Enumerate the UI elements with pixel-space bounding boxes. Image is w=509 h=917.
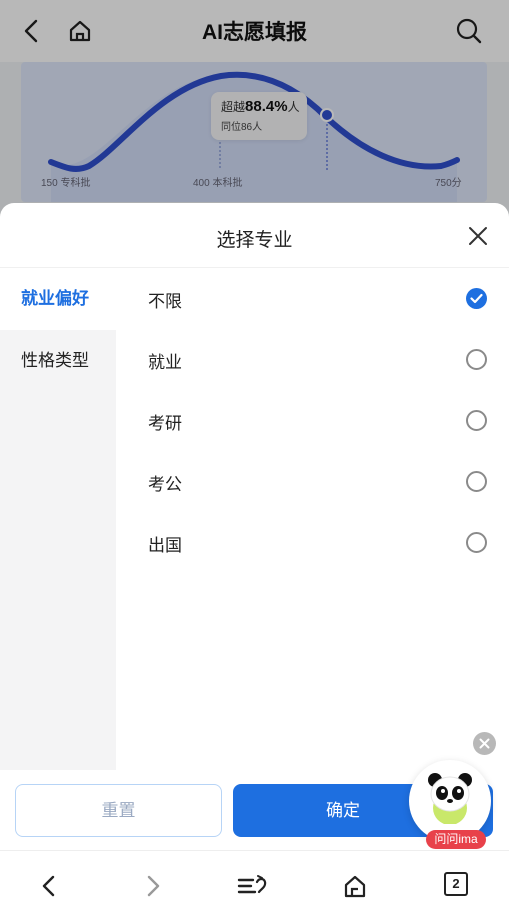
option-label: 就业	[148, 353, 182, 372]
radio-unchecked-icon[interactable]	[466, 532, 487, 553]
radio-unchecked-icon[interactable]	[466, 410, 487, 431]
panda-icon	[428, 773, 472, 824]
nav-item-personality-type[interactable]: 性格类型	[0, 330, 116, 392]
close-icon[interactable]	[473, 732, 496, 755]
tab-count-button[interactable]: 2	[444, 872, 468, 896]
option-label: 出国	[148, 536, 182, 555]
menu-icon[interactable]	[237, 873, 267, 899]
reset-button[interactable]: 重置	[15, 784, 222, 837]
radio-unchecked-icon[interactable]	[466, 471, 487, 492]
option-label: 不限	[148, 292, 182, 311]
browser-back-icon[interactable]	[36, 873, 62, 899]
radio-unchecked-icon[interactable]	[466, 349, 487, 370]
option-item[interactable]: 不限	[116, 268, 509, 329]
major-select-sheet: 选择专业 就业偏好 性格类型 不限 就业 考研 考公 出国 重置 确定	[0, 203, 509, 850]
sheet-header: 选择专业	[0, 203, 509, 268]
option-item[interactable]: 出国	[116, 512, 509, 573]
option-label: 考公	[148, 475, 182, 494]
option-item[interactable]: 就业	[116, 329, 509, 390]
radio-checked-icon[interactable]	[466, 288, 487, 309]
option-item[interactable]: 考研	[116, 390, 509, 451]
nav-item-employment-preference[interactable]: 就业偏好	[0, 268, 116, 330]
option-list: 不限 就业 考研 考公 出国	[116, 268, 509, 770]
option-label: 考研	[148, 414, 182, 433]
browser-toolbar	[0, 850, 509, 917]
category-nav: 就业偏好 性格类型	[0, 268, 116, 770]
sheet-title: 选择专业	[216, 230, 293, 251]
browser-forward-icon[interactable]	[140, 873, 166, 899]
close-icon[interactable]	[467, 225, 489, 247]
home-icon[interactable]	[342, 873, 368, 899]
ima-badge[interactable]: 问问ima	[426, 830, 486, 849]
option-item[interactable]: 考公	[116, 451, 509, 512]
